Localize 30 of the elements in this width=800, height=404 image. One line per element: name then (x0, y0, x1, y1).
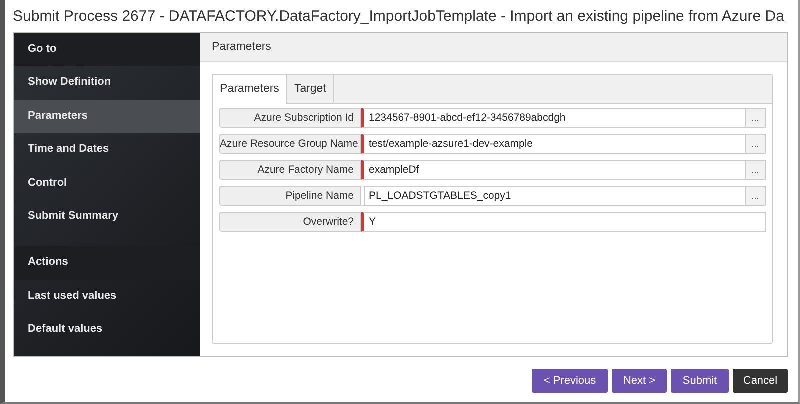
input-field[interactable]: PL_LOADSTGTABLES_copy1 (361, 186, 746, 206)
field-label: Azure Subscription Id (219, 108, 361, 128)
field-label: Azure Resource Group Name (219, 134, 361, 154)
dialog-button[interactable]: Cancel (733, 369, 788, 393)
field-label: Overwrite? (219, 212, 361, 232)
sidebar-item[interactable]: Show Definition (14, 66, 200, 100)
browse-button[interactable]: ... (746, 134, 766, 154)
sidebar-item[interactable]: Default values (14, 313, 200, 347)
field-label: Azure Factory Name (219, 160, 361, 180)
dialog-button[interactable]: Submit (671, 369, 729, 393)
tab[interactable]: Target (287, 75, 334, 103)
dialog-button[interactable]: < Previous (532, 369, 608, 393)
input-field[interactable]: test/example-azsure1-dev-example (361, 134, 746, 154)
input-field[interactable]: exampleDf (361, 160, 746, 180)
section-header: Go to (14, 33, 200, 66)
window-title: Submit Process 2677 - DATAFACTORY.DataFactory_ImportJobTemplate - Import an existing pipeline from Azure Da (13, 7, 786, 27)
panel-title: Parameters (200, 33, 787, 62)
sidebar-item[interactable]: Last used values (14, 280, 200, 314)
tab[interactable]: Parameters (213, 75, 288, 104)
input-field[interactable]: 1234567-8901-abcd-ef12-3456789abcdgh (361, 108, 746, 128)
sidebar-item[interactable]: Control (14, 166, 200, 200)
browse-button[interactable]: ... (746, 108, 766, 128)
input-field[interactable]: Y (361, 212, 766, 232)
field-label: Pipeline Name (219, 186, 361, 206)
browse-button[interactable]: ... (746, 160, 766, 180)
browse-button[interactable]: ... (746, 186, 766, 206)
sidebar-item[interactable]: Parameters (14, 100, 200, 134)
sidebar-item[interactable]: Time and Dates (14, 133, 200, 167)
dialog-button[interactable]: Next > (612, 369, 667, 393)
sidebar-item[interactable]: Submit Summary (14, 200, 200, 234)
